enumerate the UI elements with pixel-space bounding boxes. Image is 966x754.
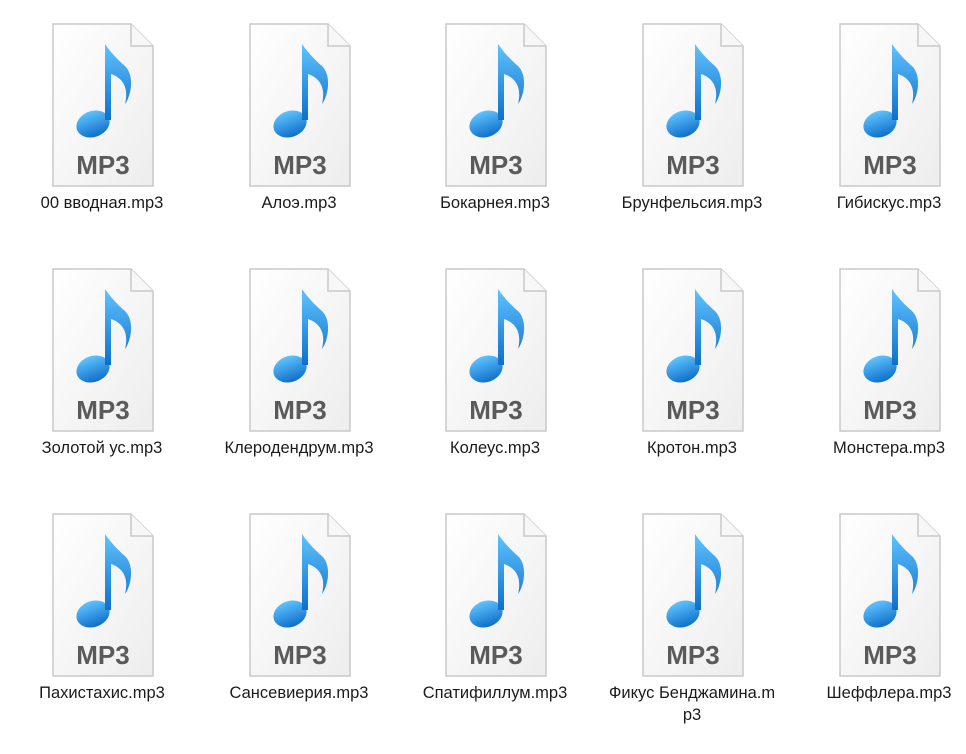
file-item[interactable]: MP3 Фикус Бенджамина.mp3 (600, 500, 784, 740)
file-item[interactable]: MP3 Монстера.mp3 (797, 255, 966, 495)
file-name-label: Брунфельсия.mp3 (621, 194, 763, 212)
mp3-file-icon: MP3 (47, 512, 157, 680)
mp3-file-icon: MP3 (834, 267, 944, 435)
mp3-file-icon: MP3 (440, 512, 550, 680)
file-name-label: Спатифиллум.mp3 (422, 684, 568, 702)
mp3-file-icon: MP3 (47, 267, 157, 435)
file-name-label: Колеус.mp3 (449, 439, 541, 457)
mp3-file-icon: MP3 (637, 267, 747, 435)
file-name-label: Фикус Бенджамина.mp3 (608, 684, 776, 724)
mp3-badge-text: MP3 (76, 640, 129, 670)
file-item[interactable]: MP3 Кротон.mp3 (600, 255, 784, 495)
file-item[interactable]: MP3 Золотой ус.mp3 (10, 255, 194, 495)
file-item[interactable]: MP3 Шеффлера.mp3 (797, 500, 966, 740)
file-name-label: Монстера.mp3 (832, 439, 946, 457)
mp3-file-icon: MP3 (637, 22, 747, 190)
mp3-file-icon: MP3 (244, 512, 354, 680)
file-name-label: 00 вводная.mp3 (40, 194, 164, 212)
mp3-badge-text: MP3 (273, 640, 326, 670)
file-item[interactable]: MP3 00 вводная.mp3 (10, 10, 194, 250)
file-item[interactable]: MP3 Сансевиерия.mp3 (207, 500, 391, 740)
mp3-badge-text: MP3 (863, 150, 916, 180)
mp3-badge-text: MP3 (273, 395, 326, 425)
mp3-file-icon: MP3 (834, 512, 944, 680)
file-name-label: Кротон.mp3 (647, 439, 737, 457)
file-name-label: Сансевиерия.mp3 (229, 684, 369, 702)
file-item[interactable]: MP3 Пахистахис.mp3 (10, 500, 194, 740)
mp3-file-icon: MP3 (47, 22, 157, 190)
mp3-file-icon: MP3 (244, 267, 354, 435)
file-name-label: Гибискус.mp3 (836, 194, 942, 212)
file-item[interactable]: MP3 Гибискус.mp3 (797, 10, 966, 250)
mp3-badge-text: MP3 (863, 395, 916, 425)
file-name-label: Пахистахис.mp3 (39, 684, 165, 702)
file-item[interactable]: MP3 Бокарнея.mp3 (403, 10, 587, 250)
mp3-badge-text: MP3 (666, 640, 719, 670)
file-grid: MP3 00 вводная.mp3 MP3 Алоэ.mp3 MP3 Бока… (0, 0, 966, 754)
mp3-badge-text: MP3 (469, 640, 522, 670)
mp3-badge-text: MP3 (863, 640, 916, 670)
mp3-badge-text: MP3 (666, 395, 719, 425)
mp3-badge-text: MP3 (469, 150, 522, 180)
mp3-badge-text: MP3 (76, 395, 129, 425)
mp3-file-icon: MP3 (834, 22, 944, 190)
mp3-file-icon: MP3 (637, 512, 747, 680)
mp3-file-icon: MP3 (244, 22, 354, 190)
file-name-label: Алоэ.mp3 (261, 194, 337, 212)
mp3-badge-text: MP3 (76, 150, 129, 180)
mp3-badge-text: MP3 (666, 150, 719, 180)
mp3-badge-text: MP3 (273, 150, 326, 180)
mp3-file-icon: MP3 (440, 267, 550, 435)
mp3-file-icon: MP3 (440, 22, 550, 190)
file-name-label: Золотой ус.mp3 (41, 439, 163, 457)
file-name-label: Клеродендрум.mp3 (224, 439, 374, 457)
mp3-badge-text: MP3 (469, 395, 522, 425)
file-name-label: Бокарнея.mp3 (440, 194, 550, 212)
file-item[interactable]: MP3 Клеродендрум.mp3 (207, 255, 391, 495)
file-item[interactable]: MP3 Брунфельсия.mp3 (600, 10, 784, 250)
file-item[interactable]: MP3 Алоэ.mp3 (207, 10, 391, 250)
file-item[interactable]: MP3 Колеус.mp3 (403, 255, 587, 495)
file-name-label: Шеффлера.mp3 (826, 684, 952, 702)
file-item[interactable]: MP3 Спатифиллум.mp3 (403, 500, 587, 740)
